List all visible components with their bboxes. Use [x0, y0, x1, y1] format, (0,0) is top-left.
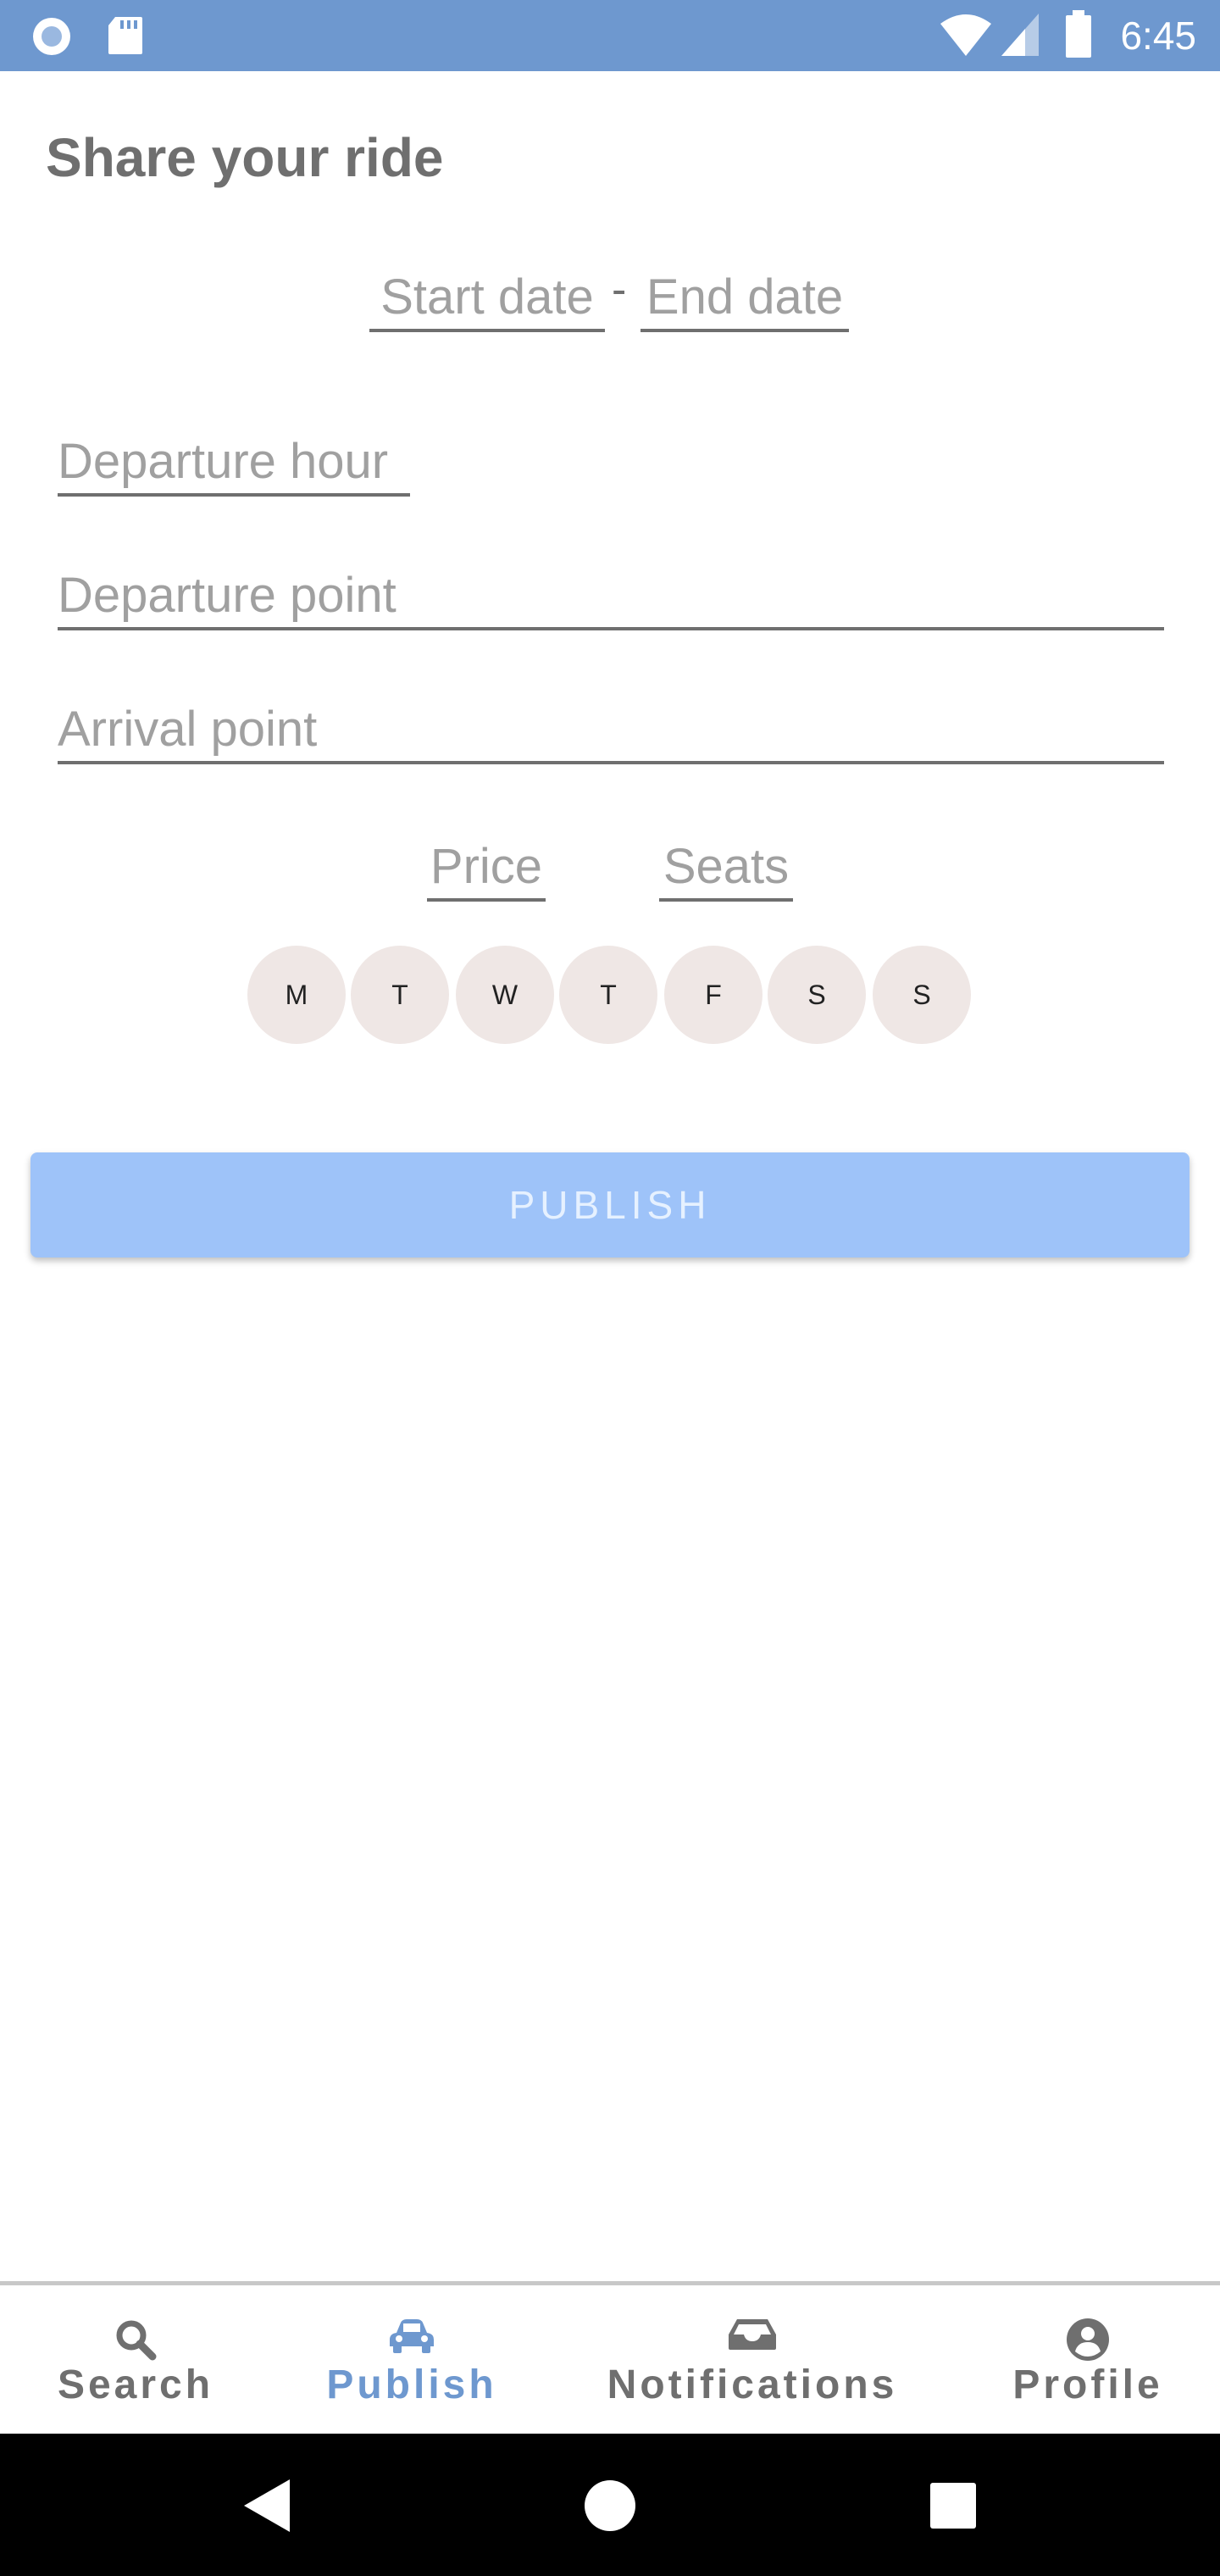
arrival-point-field[interactable]	[58, 697, 1164, 764]
day-toggle-saturday[interactable]: S	[768, 946, 866, 1044]
nav-label-profile: Profile	[1012, 2362, 1163, 2407]
nav-label-publish: Publish	[326, 2362, 497, 2407]
nav-item-publish[interactable]: Publish	[310, 2285, 513, 2434]
publish-button[interactable]: PUBLISH	[30, 1152, 1190, 1257]
status-time: 6:45	[1120, 14, 1196, 58]
nav-label-notifications: Notifications	[607, 2362, 898, 2407]
recents-icon[interactable]	[915, 2468, 991, 2544]
status-bar: 6:45	[0, 0, 1220, 71]
sd-card-icon	[108, 17, 142, 54]
departure-point-field[interactable]	[58, 563, 1164, 630]
back-icon[interactable]	[229, 2468, 305, 2544]
day-toggle-tuesday[interactable]: T	[351, 946, 449, 1044]
day-toggle-monday[interactable]: M	[247, 946, 346, 1044]
battery-icon	[1066, 10, 1091, 58]
account-circle-icon	[1067, 2318, 1109, 2361]
departure-hour-field[interactable]	[58, 429, 410, 497]
inbox-icon	[729, 2319, 776, 2350]
page-title: Share your ride	[46, 127, 444, 188]
day-toggle-sunday[interactable]: S	[873, 946, 971, 1044]
nav-item-notifications[interactable]: Notifications	[605, 2285, 900, 2434]
day-toggle-friday[interactable]: F	[664, 946, 762, 1044]
circle-app-icon	[33, 18, 70, 55]
nav-item-profile[interactable]: Profile	[986, 2285, 1190, 2434]
start-date-field[interactable]	[369, 264, 605, 332]
car-icon	[390, 2319, 434, 2353]
nav-label-search: Search	[57, 2362, 214, 2407]
system-navigation-bar	[0, 2434, 1220, 2576]
day-toggle-thursday[interactable]: T	[559, 946, 657, 1044]
bottom-navigation: Search Publish Notifications Profile	[0, 2281, 1220, 2434]
nav-item-search[interactable]: Search	[34, 2285, 237, 2434]
day-toggle-wednesday[interactable]: W	[456, 946, 554, 1044]
date-range-separator: -	[612, 265, 627, 314]
home-icon[interactable]	[572, 2468, 648, 2544]
search-icon	[116, 2320, 157, 2361]
seats-field[interactable]	[659, 834, 793, 902]
end-date-field[interactable]	[640, 264, 849, 332]
price-field[interactable]	[427, 834, 546, 902]
wifi-icon	[940, 14, 991, 56]
cell-signal-icon	[1001, 14, 1039, 56]
